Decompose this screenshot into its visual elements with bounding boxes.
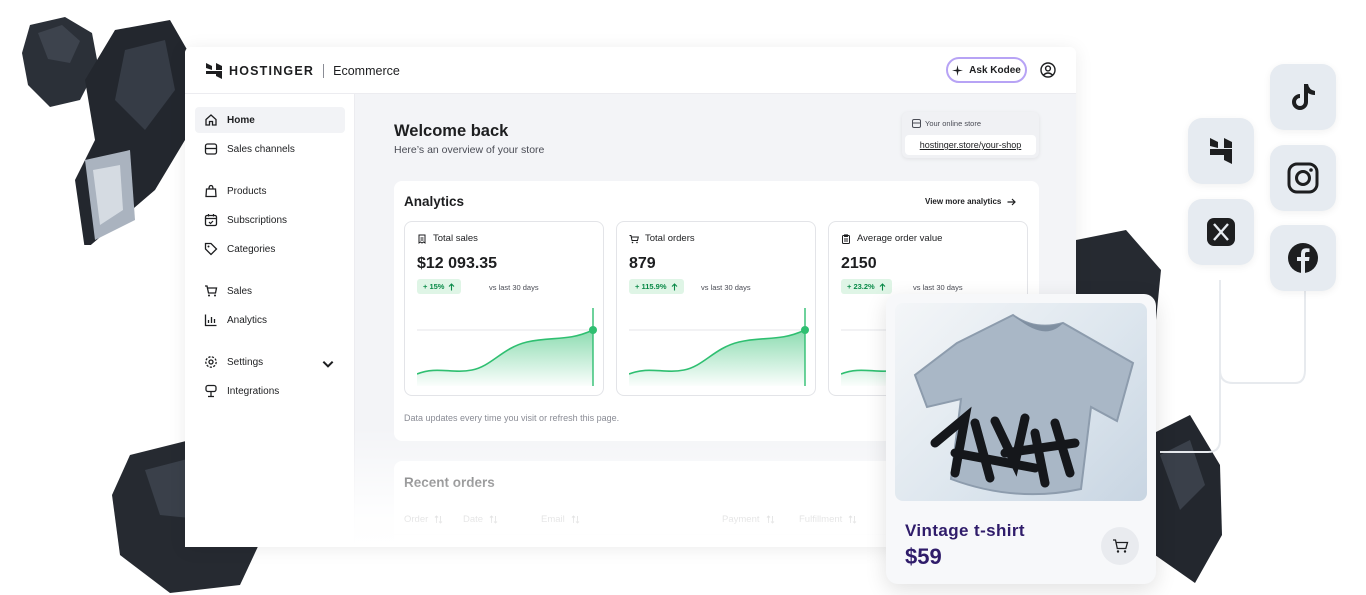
recent-orders-title: Recent orders	[404, 475, 495, 490]
rock-decoration	[75, 20, 193, 245]
logo[interactable]: HOSTINGER Ecommerce	[205, 62, 400, 80]
sidebar-item-home[interactable]: Home	[195, 107, 345, 133]
calendar-icon	[204, 214, 218, 227]
store-icon	[912, 119, 921, 128]
x-icon	[1207, 218, 1235, 246]
column-header-fulfillment[interactable]: Fulfillment	[799, 514, 857, 525]
metric-compare: vs last 30 days	[701, 283, 751, 292]
integrations-icon	[205, 384, 217, 398]
cart-icon	[1112, 539, 1128, 553]
online-store-box: Your online store hostinger.store/your-s…	[902, 112, 1039, 158]
analytics-title: Analytics	[404, 194, 465, 209]
hostinger-tile[interactable]	[1188, 118, 1254, 184]
add-to-cart-button[interactable]	[1101, 527, 1139, 565]
metric-compare: vs last 30 days	[489, 283, 539, 292]
sort-icon	[848, 515, 857, 524]
home-icon	[205, 114, 217, 126]
product-image	[895, 303, 1147, 501]
chevron-down-icon	[322, 360, 334, 368]
clipboard-icon	[842, 233, 850, 244]
sparkline-chart	[417, 308, 597, 386]
brand-name: HOSTINGER	[229, 64, 315, 78]
metric-card-total-sales[interactable]: Total sales $12 093.35 + 15% vs last 30 …	[404, 221, 604, 396]
metric-card-total-orders[interactable]: Total orders 879 + 115.9% vs last 30 day…	[616, 221, 816, 396]
facebook-tile[interactable]	[1270, 225, 1336, 291]
metric-compare: vs last 30 days	[913, 283, 963, 292]
cart-icon	[629, 234, 639, 243]
page-subtitle: Here’s an overview of your store	[394, 144, 545, 156]
hostinger-icon	[1210, 138, 1232, 164]
x-tile[interactable]	[1188, 199, 1254, 265]
bar-chart-icon	[204, 314, 217, 327]
ask-kodee-label: Ask Kodee	[969, 64, 1021, 76]
sort-icon	[434, 515, 443, 524]
sidebar: Home Sales channels Products Subscriptio…	[185, 94, 355, 547]
sort-icon	[489, 515, 498, 524]
instagram-tile[interactable]	[1270, 145, 1336, 211]
instagram-icon	[1287, 162, 1319, 194]
change-badge: + 115.9%	[629, 279, 684, 294]
arrow-up-icon	[671, 282, 677, 290]
sidebar-item-analytics[interactable]: Analytics	[195, 307, 345, 333]
metric-label: Average order value	[857, 233, 943, 244]
metric-value: $12 093.35	[417, 255, 498, 272]
arrow-up-icon	[449, 282, 455, 290]
cart-icon	[205, 285, 218, 297]
column-header-order[interactable]: Order	[404, 514, 443, 525]
online-store-link[interactable]: hostinger.store/your-shop	[905, 135, 1036, 155]
change-badge: + 15%	[417, 279, 462, 294]
change-badge: + 23.2%	[841, 279, 892, 294]
ask-kodee-button[interactable]: Ask Kodee	[946, 57, 1027, 83]
view-more-analytics-link[interactable]: View more analytics	[925, 197, 1017, 206]
product-price: $59	[905, 544, 942, 569]
bag-icon	[205, 184, 217, 198]
sparkle-icon	[952, 64, 964, 76]
sidebar-item-subscriptions[interactable]: Subscriptions	[195, 207, 345, 233]
analytics-footnote: Data updates every time you visit or ref…	[404, 413, 620, 423]
column-header-email[interactable]: Email	[541, 514, 580, 525]
top-bar: HOSTINGER Ecommerce Ask Kodee	[185, 47, 1076, 94]
metric-label: Total sales	[433, 233, 478, 244]
column-header-payment[interactable]: Payment	[722, 514, 775, 525]
product-name: Vintage t-shirt	[905, 521, 1025, 540]
hostinger-logo-icon	[206, 63, 222, 79]
metric-value: 2150	[841, 255, 877, 272]
user-account-icon[interactable]	[1040, 62, 1056, 78]
sidebar-item-integrations[interactable]: Integrations	[195, 378, 345, 404]
tiktok-tile[interactable]	[1270, 64, 1336, 130]
sidebar-item-products[interactable]: Products	[195, 178, 345, 204]
sparkline-chart	[629, 308, 809, 386]
t-shirt-illustration	[913, 313, 1135, 496]
arrow-right-icon	[1007, 198, 1017, 205]
metric-value: 879	[629, 255, 656, 272]
sidebar-item-settings[interactable]: Settings	[195, 349, 345, 375]
gear-icon	[205, 356, 217, 368]
tag-icon	[204, 242, 218, 256]
arrow-up-icon	[879, 282, 886, 290]
sort-icon	[766, 515, 774, 524]
facebook-icon	[1288, 243, 1318, 273]
store-icon	[204, 143, 218, 155]
page-title: Welcome back	[394, 122, 509, 140]
product-name: Ecommerce	[333, 64, 400, 78]
tiktok-icon	[1292, 84, 1315, 110]
sidebar-item-sales-channels[interactable]: Sales channels	[195, 136, 345, 162]
sidebar-item-sales[interactable]: Sales	[195, 278, 345, 304]
metric-label: Total orders	[645, 233, 695, 244]
online-store-label: Your online store	[925, 119, 982, 128]
receipt-icon	[418, 234, 426, 244]
product-card[interactable]: Vintage t-shirt $59	[886, 294, 1156, 584]
sidebar-item-categories[interactable]: Categories	[195, 236, 345, 262]
sort-icon	[571, 515, 580, 524]
column-header-date[interactable]: Date	[463, 514, 498, 525]
brand-divider	[323, 64, 325, 78]
